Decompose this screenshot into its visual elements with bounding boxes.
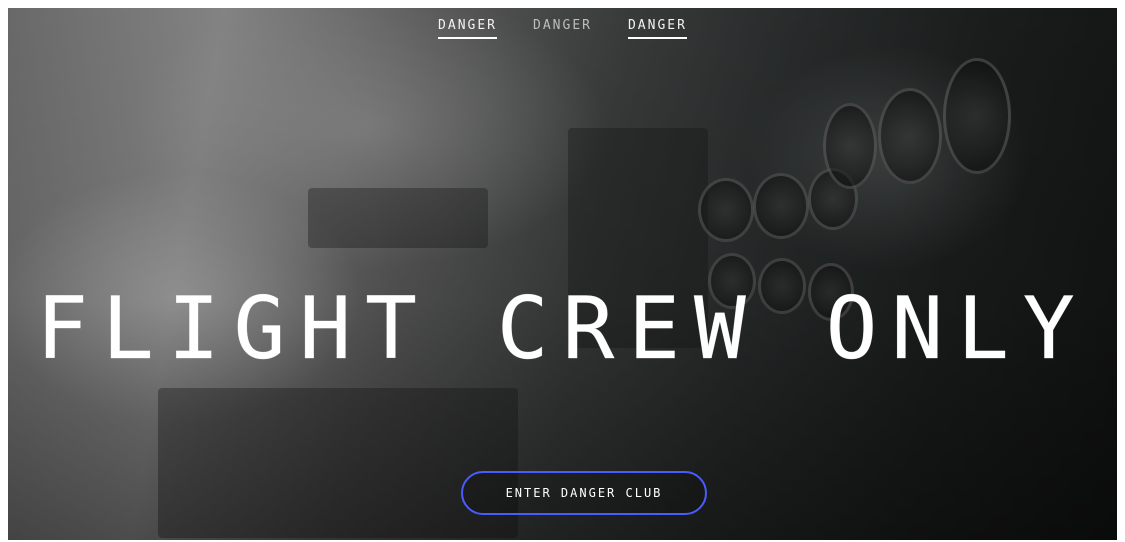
page: DANGER DANGER DANGER FLIGHT CREW ONLY EN…	[0, 0, 1125, 542]
hero-section: DANGER DANGER DANGER FLIGHT CREW ONLY EN…	[8, 8, 1117, 540]
enter-danger-club-button[interactable]: ENTER DANGER CLUB	[461, 471, 707, 515]
nav-item-danger-2[interactable]: DANGER	[533, 18, 592, 39]
nav-item-danger-3[interactable]: DANGER	[627, 18, 687, 39]
hero-overlay	[8, 8, 1117, 540]
hero-headline: FLIGHT CREW ONLY	[36, 279, 1089, 379]
nav-item-danger-1[interactable]: DANGER	[438, 18, 498, 39]
top-nav: DANGER DANGER DANGER	[8, 18, 1117, 39]
